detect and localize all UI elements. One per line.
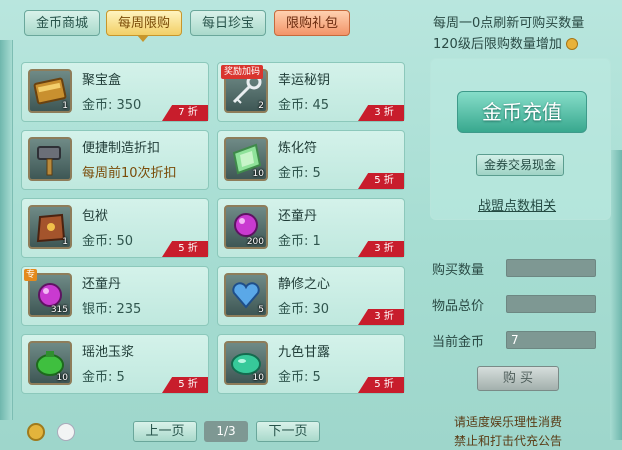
item-card[interactable]: 10 九色甘露 金币: 5 5 折 xyxy=(217,334,405,394)
item-price: 金币: 50 xyxy=(82,234,134,249)
qty-field[interactable] xyxy=(506,259,596,277)
item-price: 金币: 5 xyxy=(278,166,321,181)
item-price: 金币: 1 xyxy=(278,234,321,249)
item-price: 金币: 5 xyxy=(82,370,125,385)
item-price: 金币: 30 xyxy=(278,302,330,317)
item-card[interactable]: 便捷制造折扣 每周前10次折扣 xyxy=(21,130,209,190)
coins-field: 7 xyxy=(506,331,596,349)
item-card[interactable]: 10 瑶池玉浆 金币: 5 5 折 xyxy=(21,334,209,394)
item-card[interactable]: 200 还童丹 金币: 1 3 折 xyxy=(217,198,405,258)
anti-proxy-notice[interactable]: 禁止和打击代充公告 xyxy=(454,432,562,449)
buy-button[interactable]: 购 买 xyxy=(477,366,559,391)
item-name: 包袱 xyxy=(82,209,109,224)
item-price: 金币: 350 xyxy=(82,98,142,113)
alliance-points-link[interactable]: 战盟点数相关 xyxy=(478,195,556,214)
bonus-ribbon: 奖励加码 xyxy=(221,65,264,79)
exclusive-tag: 专 xyxy=(24,269,38,281)
heart-gem-icon: 5 xyxy=(224,273,268,317)
discount-badge: 3 折 xyxy=(358,105,404,121)
item-grid: 1 聚宝盒 金币: 350 7 折 2 奖励加码 幸运秘钥 金币: 45 3 折… xyxy=(21,62,413,394)
item-name: 还童丹 xyxy=(278,209,318,224)
level-info: 120级后限购数量增加 xyxy=(433,33,578,52)
left-frame-decoration xyxy=(0,40,13,420)
qty-label: 购买数量 xyxy=(432,263,485,278)
item-card[interactable]: 2 奖励加码 幸运秘钥 金币: 45 3 折 xyxy=(217,62,405,122)
next-page-button[interactable]: 下一页 xyxy=(256,421,320,442)
bag-icon: 1 xyxy=(28,205,72,249)
item-name: 幸运秘钥 xyxy=(278,73,331,88)
prev-page-button[interactable]: 上一页 xyxy=(133,421,197,442)
jade-potion-icon: 10 xyxy=(28,341,72,385)
item-card[interactable]: 5 静修之心 金币: 30 3 折 xyxy=(217,266,405,326)
item-name: 九色甘露 xyxy=(278,345,331,360)
discount-badge: 3 折 xyxy=(358,241,404,257)
total-field xyxy=(506,295,596,313)
item-card[interactable]: 10 炼化符 金币: 5 5 折 xyxy=(217,130,405,190)
hammer-icon xyxy=(28,137,72,181)
item-name: 聚宝盒 xyxy=(82,73,122,88)
magnifier-icon[interactable] xyxy=(27,423,45,441)
tab-limited-gift[interactable]: 限购礼包 xyxy=(274,10,350,36)
discount-badge: 3 折 xyxy=(358,309,404,325)
discount-badge: 5 折 xyxy=(162,241,208,257)
item-name: 瑶池玉浆 xyxy=(82,345,135,360)
right-frame-decoration xyxy=(610,150,622,440)
recharge-button[interactable]: 金币充值 xyxy=(457,91,587,133)
discount-badge: 5 折 xyxy=(358,377,404,393)
coin-icon xyxy=(565,38,578,50)
item-card[interactable]: 315 专 还童丹 银币: 235 xyxy=(21,266,209,326)
item-name: 炼化符 xyxy=(278,141,318,156)
item-price: 金币: 5 xyxy=(278,370,321,385)
tab-weekly-limited[interactable]: 每周限购 xyxy=(106,10,182,36)
refresh-info: 每周一0点刷新可购买数量 xyxy=(433,16,585,31)
item-card[interactable]: 1 包袱 金币: 50 5 折 xyxy=(21,198,209,258)
discount-badge: 7 折 xyxy=(162,105,208,121)
dew-gem-icon: 10 xyxy=(224,341,268,385)
pearl-icon[interactable] xyxy=(57,423,75,441)
item-price: 每周前10次折扣 xyxy=(82,166,177,181)
discount-badge: 5 折 xyxy=(162,377,208,393)
item-price: 金币: 45 xyxy=(278,98,330,113)
coins-label: 当前金币 xyxy=(432,335,485,350)
talisman-icon: 10 xyxy=(224,137,268,181)
exchange-button[interactable]: 金券交易现金 xyxy=(476,154,564,176)
pill-icon: 200 xyxy=(224,205,268,249)
item-name: 便捷制造折扣 xyxy=(82,141,161,156)
total-label: 物品总价 xyxy=(432,299,485,314)
consume-notice: 请适度娱乐理性消费 xyxy=(454,415,563,429)
tab-gold-shop[interactable]: 金币商城 xyxy=(24,10,100,36)
item-card[interactable]: 1 聚宝盒 金币: 350 7 折 xyxy=(21,62,209,122)
page-indicator: 1/3 xyxy=(204,421,248,442)
item-name: 静修之心 xyxy=(278,277,331,292)
item-price: 银币: 235 xyxy=(82,302,142,317)
tab-daily-treasure[interactable]: 每日珍宝 xyxy=(190,10,266,36)
treasure-box-icon: 1 xyxy=(28,69,72,113)
discount-badge: 5 折 xyxy=(358,173,404,189)
item-name: 还童丹 xyxy=(82,277,122,292)
active-tab-pointer xyxy=(137,35,149,42)
